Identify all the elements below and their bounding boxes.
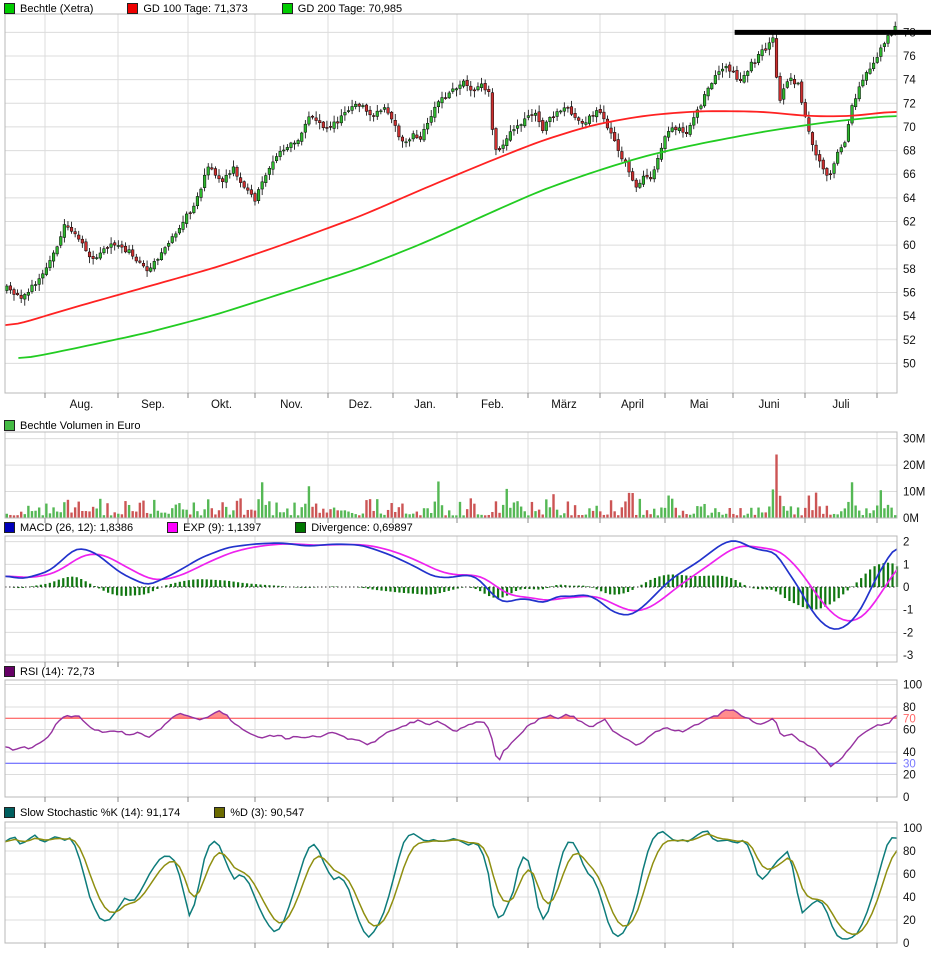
svg-text:76: 76 bbox=[903, 51, 916, 63]
divergence-swatch-icon bbox=[295, 522, 306, 533]
svg-text:50: 50 bbox=[903, 358, 916, 370]
svg-text:Sep.: Sep. bbox=[141, 399, 165, 411]
svg-text:60: 60 bbox=[903, 869, 916, 881]
svg-text:100: 100 bbox=[903, 823, 922, 835]
svg-text:100: 100 bbox=[903, 680, 922, 692]
legend-item: Divergence: 0,69897 bbox=[295, 522, 413, 534]
stoch-k-label: Slow Stochastic %K (14): 91,174 bbox=[20, 807, 180, 819]
legend-item: GD 100 Tage: 71,373 bbox=[127, 3, 247, 15]
svg-text:70: 70 bbox=[903, 122, 916, 134]
svg-text:52: 52 bbox=[903, 335, 916, 347]
svg-text:68: 68 bbox=[903, 146, 916, 158]
svg-text:2: 2 bbox=[903, 537, 909, 549]
stock-chart-page: 787674727068666462605856545250Aug.Sep.Ok… bbox=[0, 0, 940, 958]
legend-item: MACD (26, 12): 1,8386 bbox=[4, 522, 133, 534]
macd-swatch-icon bbox=[4, 522, 15, 533]
svg-text:74: 74 bbox=[903, 75, 916, 87]
stoch-d-label: %D (3): 90,547 bbox=[230, 807, 304, 819]
svg-text:Juni: Juni bbox=[758, 399, 779, 411]
svg-text:30: 30 bbox=[903, 758, 916, 770]
svg-text:66: 66 bbox=[903, 169, 916, 181]
svg-text:10M: 10M bbox=[903, 487, 925, 499]
instrument-swatch-icon bbox=[4, 3, 15, 14]
stoch-k-swatch-icon bbox=[4, 807, 15, 818]
gd100-swatch-icon bbox=[127, 3, 138, 14]
exp-label: EXP (9): 1,1397 bbox=[183, 522, 261, 534]
svg-text:54: 54 bbox=[903, 311, 916, 323]
svg-text:April: April bbox=[621, 399, 644, 411]
svg-text:Jan.: Jan. bbox=[414, 399, 436, 411]
legend-item: GD 200 Tage: 70,985 bbox=[282, 3, 402, 15]
rsi-legend: RSI (14): 72,73 bbox=[4, 665, 129, 678]
legend-item: Bechtle (Xetra) bbox=[4, 3, 93, 15]
svg-text:März: März bbox=[551, 399, 577, 411]
legend-item: Bechtle Volumen in Euro bbox=[4, 420, 140, 432]
svg-text:20: 20 bbox=[903, 915, 916, 927]
svg-text:1: 1 bbox=[903, 559, 909, 571]
volume-legend: Bechtle Volumen in Euro bbox=[4, 419, 174, 432]
svg-text:56: 56 bbox=[903, 287, 916, 299]
divergence-label: Divergence: 0,69897 bbox=[311, 522, 413, 534]
svg-text:-2: -2 bbox=[903, 627, 913, 639]
rsi-label: RSI (14): 72,73 bbox=[20, 666, 95, 678]
gd200-swatch-icon bbox=[282, 3, 293, 14]
svg-text:60: 60 bbox=[903, 240, 916, 252]
svg-text:0M: 0M bbox=[903, 513, 919, 525]
svg-text:Feb.: Feb. bbox=[481, 399, 504, 411]
gd100-label: GD 100 Tage: 71,373 bbox=[143, 3, 247, 15]
svg-text:70: 70 bbox=[903, 713, 916, 725]
svg-text:80: 80 bbox=[903, 846, 916, 858]
svg-text:Juli: Juli bbox=[832, 399, 849, 411]
svg-text:62: 62 bbox=[903, 217, 916, 229]
legend-item: RSI (14): 72,73 bbox=[4, 666, 95, 678]
svg-text:58: 58 bbox=[903, 264, 916, 276]
legend-item: Slow Stochastic %K (14): 91,174 bbox=[4, 807, 180, 819]
legend-item: %D (3): 90,547 bbox=[214, 807, 304, 819]
svg-text:0: 0 bbox=[903, 792, 909, 804]
svg-text:Dez.: Dez. bbox=[349, 399, 373, 411]
svg-text:Mai: Mai bbox=[690, 399, 709, 411]
exp-swatch-icon bbox=[167, 522, 178, 533]
svg-text:Okt.: Okt. bbox=[211, 399, 232, 411]
svg-text:60: 60 bbox=[903, 725, 916, 737]
svg-text:40: 40 bbox=[903, 747, 916, 759]
volume-swatch-icon bbox=[4, 420, 15, 431]
svg-text:Aug.: Aug. bbox=[70, 399, 94, 411]
svg-text:-1: -1 bbox=[903, 605, 913, 617]
volume-label: Bechtle Volumen in Euro bbox=[20, 420, 140, 432]
macd-legend: MACD (26, 12): 1,8386 EXP (9): 1,1397 Di… bbox=[4, 521, 447, 534]
stoch-d-swatch-icon bbox=[214, 807, 225, 818]
svg-text:20M: 20M bbox=[903, 460, 925, 472]
svg-text:20: 20 bbox=[903, 770, 916, 782]
svg-text:Nov.: Nov. bbox=[280, 399, 303, 411]
svg-text:0: 0 bbox=[903, 938, 909, 950]
svg-text:30M: 30M bbox=[903, 434, 925, 446]
svg-text:0: 0 bbox=[903, 582, 909, 594]
svg-text:80: 80 bbox=[903, 702, 916, 714]
svg-text:40: 40 bbox=[903, 892, 916, 904]
gd200-label: GD 200 Tage: 70,985 bbox=[298, 3, 402, 15]
svg-text:-3: -3 bbox=[903, 650, 913, 662]
stoch-legend: Slow Stochastic %K (14): 91,174 %D (3): … bbox=[4, 806, 338, 819]
instrument-label: Bechtle (Xetra) bbox=[20, 3, 93, 15]
price-legend: Bechtle (Xetra) GD 100 Tage: 71,373 GD 2… bbox=[4, 2, 436, 15]
rsi-swatch-icon bbox=[4, 666, 15, 677]
svg-text:64: 64 bbox=[903, 193, 916, 205]
svg-text:72: 72 bbox=[903, 98, 916, 110]
legend-item: EXP (9): 1,1397 bbox=[167, 522, 261, 534]
macd-label: MACD (26, 12): 1,8386 bbox=[20, 522, 133, 534]
